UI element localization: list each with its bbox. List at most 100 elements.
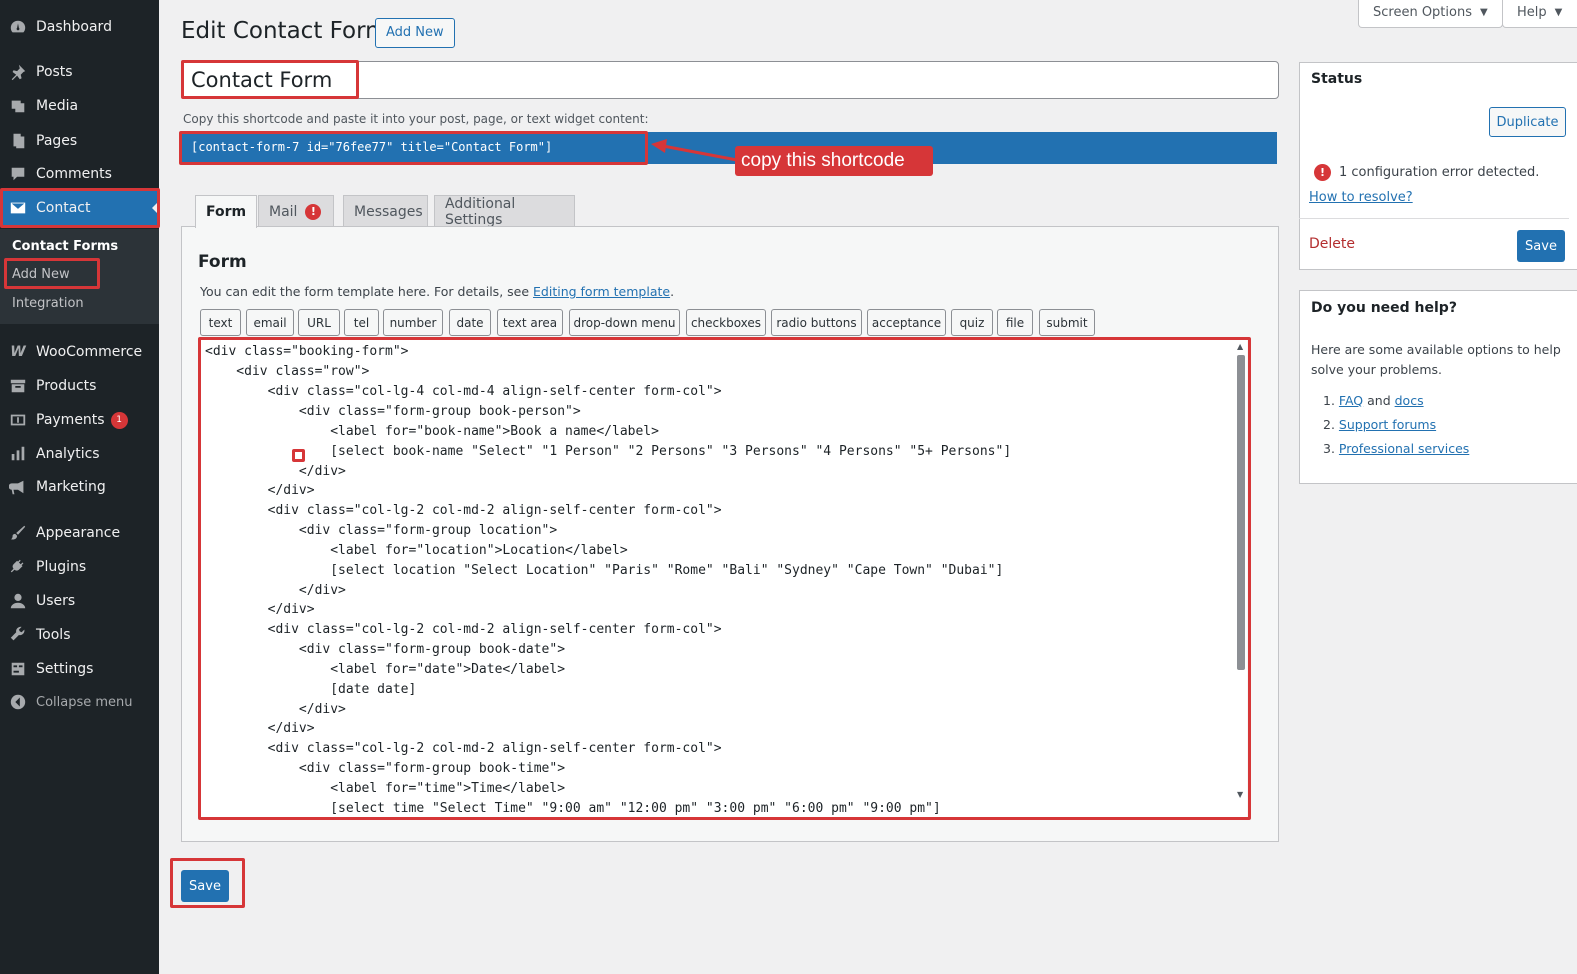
help-item-number: 1. (1323, 393, 1335, 408)
menu-pages[interactable]: Pages (0, 124, 159, 158)
submenu-contact-forms[interactable]: Contact Forms (12, 239, 118, 254)
add-new-button[interactable]: Add New (375, 18, 455, 48)
delete-link[interactable]: Delete (1309, 236, 1355, 252)
menu-label: Posts (36, 64, 73, 80)
how-to-resolve-link[interactable]: How to resolve? (1309, 190, 1413, 205)
help-item-number: 3. (1323, 441, 1335, 456)
save-button[interactable]: Save (181, 870, 229, 902)
tag-button-number[interactable]: number (383, 309, 443, 336)
tag-button-checkboxes[interactable]: checkboxes (686, 309, 766, 336)
code-line: <div class="col-lg-2 col-md-2 align-self… (205, 503, 722, 518)
menu-label: Settings (36, 661, 94, 677)
menu-payments[interactable]: Payments 1 (0, 403, 159, 437)
help-button[interactable]: Help ▼ (1502, 0, 1577, 28)
form-heading: Form (198, 252, 247, 272)
tag-button-radio[interactable]: radio buttons (771, 309, 862, 336)
menu-marketing[interactable]: Marketing (0, 470, 159, 504)
tab-additional-settings[interactable]: Additional Settings (434, 195, 575, 228)
status-box-title: Status (1311, 71, 1363, 87)
help-label: Help (1517, 5, 1547, 20)
code-line: <div class="row"> (205, 364, 370, 379)
code-line: <div class="col-lg-4 col-md-4 align-self… (205, 384, 722, 399)
status-save-button[interactable]: Save (1517, 230, 1565, 262)
code-line: </div> (205, 483, 315, 498)
form-title-input[interactable] (181, 61, 1279, 99)
help-item-number: 2. (1323, 417, 1335, 432)
shortcode-hint: Copy this shortcode and paste it into yo… (183, 112, 649, 126)
tab-label: Messages (354, 203, 423, 220)
scroll-down-icon[interactable]: ▼ (1237, 790, 1243, 799)
editor-scrollbar-thumb[interactable] (1237, 355, 1245, 670)
config-error-notice: ! 1 configuration error detected. (1314, 164, 1539, 181)
menu-comments[interactable]: Comments (0, 157, 159, 191)
submenu-add-new[interactable]: Add New (12, 267, 70, 282)
tag-button-date[interactable]: date (449, 309, 491, 336)
menu-posts[interactable]: Posts (0, 55, 159, 89)
current-menu-arrow (152, 201, 159, 215)
code-line: [date date] (205, 682, 417, 697)
tab-mail[interactable]: Mail ! (258, 195, 334, 227)
menu-dashboard[interactable]: Dashboard (0, 10, 159, 44)
tag-button-dropdown[interactable]: drop-down menu (569, 309, 680, 336)
menu-appearance[interactable]: Appearance (0, 516, 159, 550)
annotation-callout: copy this shortcode (735, 146, 933, 176)
editing-form-template-link[interactable]: Editing form template (533, 284, 670, 299)
screen-options-button[interactable]: Screen Options ▼ (1358, 0, 1503, 28)
code-line: <label for="date">Date</label> (205, 662, 566, 677)
user-icon (0, 592, 36, 610)
code-line: <div class="col-lg-2 col-md-2 align-self… (205, 741, 722, 756)
tag-button-submit[interactable]: submit (1039, 309, 1095, 336)
docs-link[interactable]: docs (1395, 393, 1424, 408)
error-icon: ! (305, 203, 322, 220)
tag-button-acceptance[interactable]: acceptance (867, 309, 946, 336)
code-line: <div class="form-group location"> (205, 523, 558, 538)
tab-form[interactable]: Form (195, 195, 258, 228)
menu-woocommerce[interactable]: W WooCommerce (0, 335, 159, 369)
menu-tools[interactable]: Tools (0, 618, 159, 652)
menu-media[interactable]: Media (0, 89, 159, 123)
menu-label: Tools (36, 627, 71, 643)
tag-button-text[interactable]: text (200, 309, 241, 336)
menu-settings[interactable]: Settings (0, 652, 159, 686)
code-line: [select location "Select Location" "Pari… (205, 563, 1004, 578)
duplicate-button[interactable]: Duplicate (1489, 107, 1566, 137)
shortcode-value[interactable]: [contact-form-7 id="76fee77" title="Cont… (191, 140, 552, 154)
megaphone-icon (0, 478, 36, 496)
menu-label: Media (36, 98, 79, 114)
faq-link[interactable]: FAQ (1339, 393, 1363, 408)
menu-collapse[interactable]: Collapse menu (0, 685, 159, 719)
tab-messages[interactable]: Messages (343, 195, 428, 227)
tag-button-textarea[interactable]: text area (497, 309, 563, 336)
code-line: </div> (205, 721, 315, 736)
menu-products[interactable]: Products (0, 369, 159, 403)
chevron-down-icon: ▼ (1480, 7, 1488, 18)
submenu-integration[interactable]: Integration (12, 296, 84, 311)
help-item-forums: 2. Support forums (1323, 417, 1436, 432)
tag-button-url[interactable]: URL (298, 309, 340, 336)
menu-label: Dashboard (36, 19, 112, 35)
help-description: Here are some available options to help … (1311, 342, 1561, 377)
menu-plugins[interactable]: Plugins (0, 550, 159, 584)
scroll-up-icon[interactable]: ▲ (1237, 342, 1243, 351)
tab-label: Form (206, 204, 247, 220)
collapse-icon (0, 693, 36, 711)
pages-icon (0, 132, 36, 150)
tag-button-file[interactable]: file (997, 309, 1033, 336)
menu-label: Products (36, 378, 97, 394)
support-forums-link[interactable]: Support forums (1339, 417, 1436, 432)
tag-button-email[interactable]: email (246, 309, 294, 336)
professional-services-link[interactable]: Professional services (1339, 441, 1469, 456)
plug-icon (0, 558, 36, 576)
admin-sidebar: Dashboard Posts Media Pages Comments Con… (0, 0, 159, 974)
code-line: <div class="form-group book-time"> (205, 761, 566, 776)
menu-analytics[interactable]: Analytics (0, 437, 159, 471)
menu-contact[interactable]: Contact (0, 191, 159, 225)
help-item-connector: and (1363, 393, 1395, 408)
tag-button-quiz[interactable]: quiz (951, 309, 993, 336)
tag-button-tel[interactable]: tel (344, 309, 379, 336)
dashboard-icon (0, 18, 36, 36)
divider (1299, 218, 1569, 219)
menu-users[interactable]: Users (0, 584, 159, 618)
help-item-faq: 1. FAQ and docs (1323, 393, 1424, 408)
tab-label: Additional Settings (445, 195, 516, 228)
